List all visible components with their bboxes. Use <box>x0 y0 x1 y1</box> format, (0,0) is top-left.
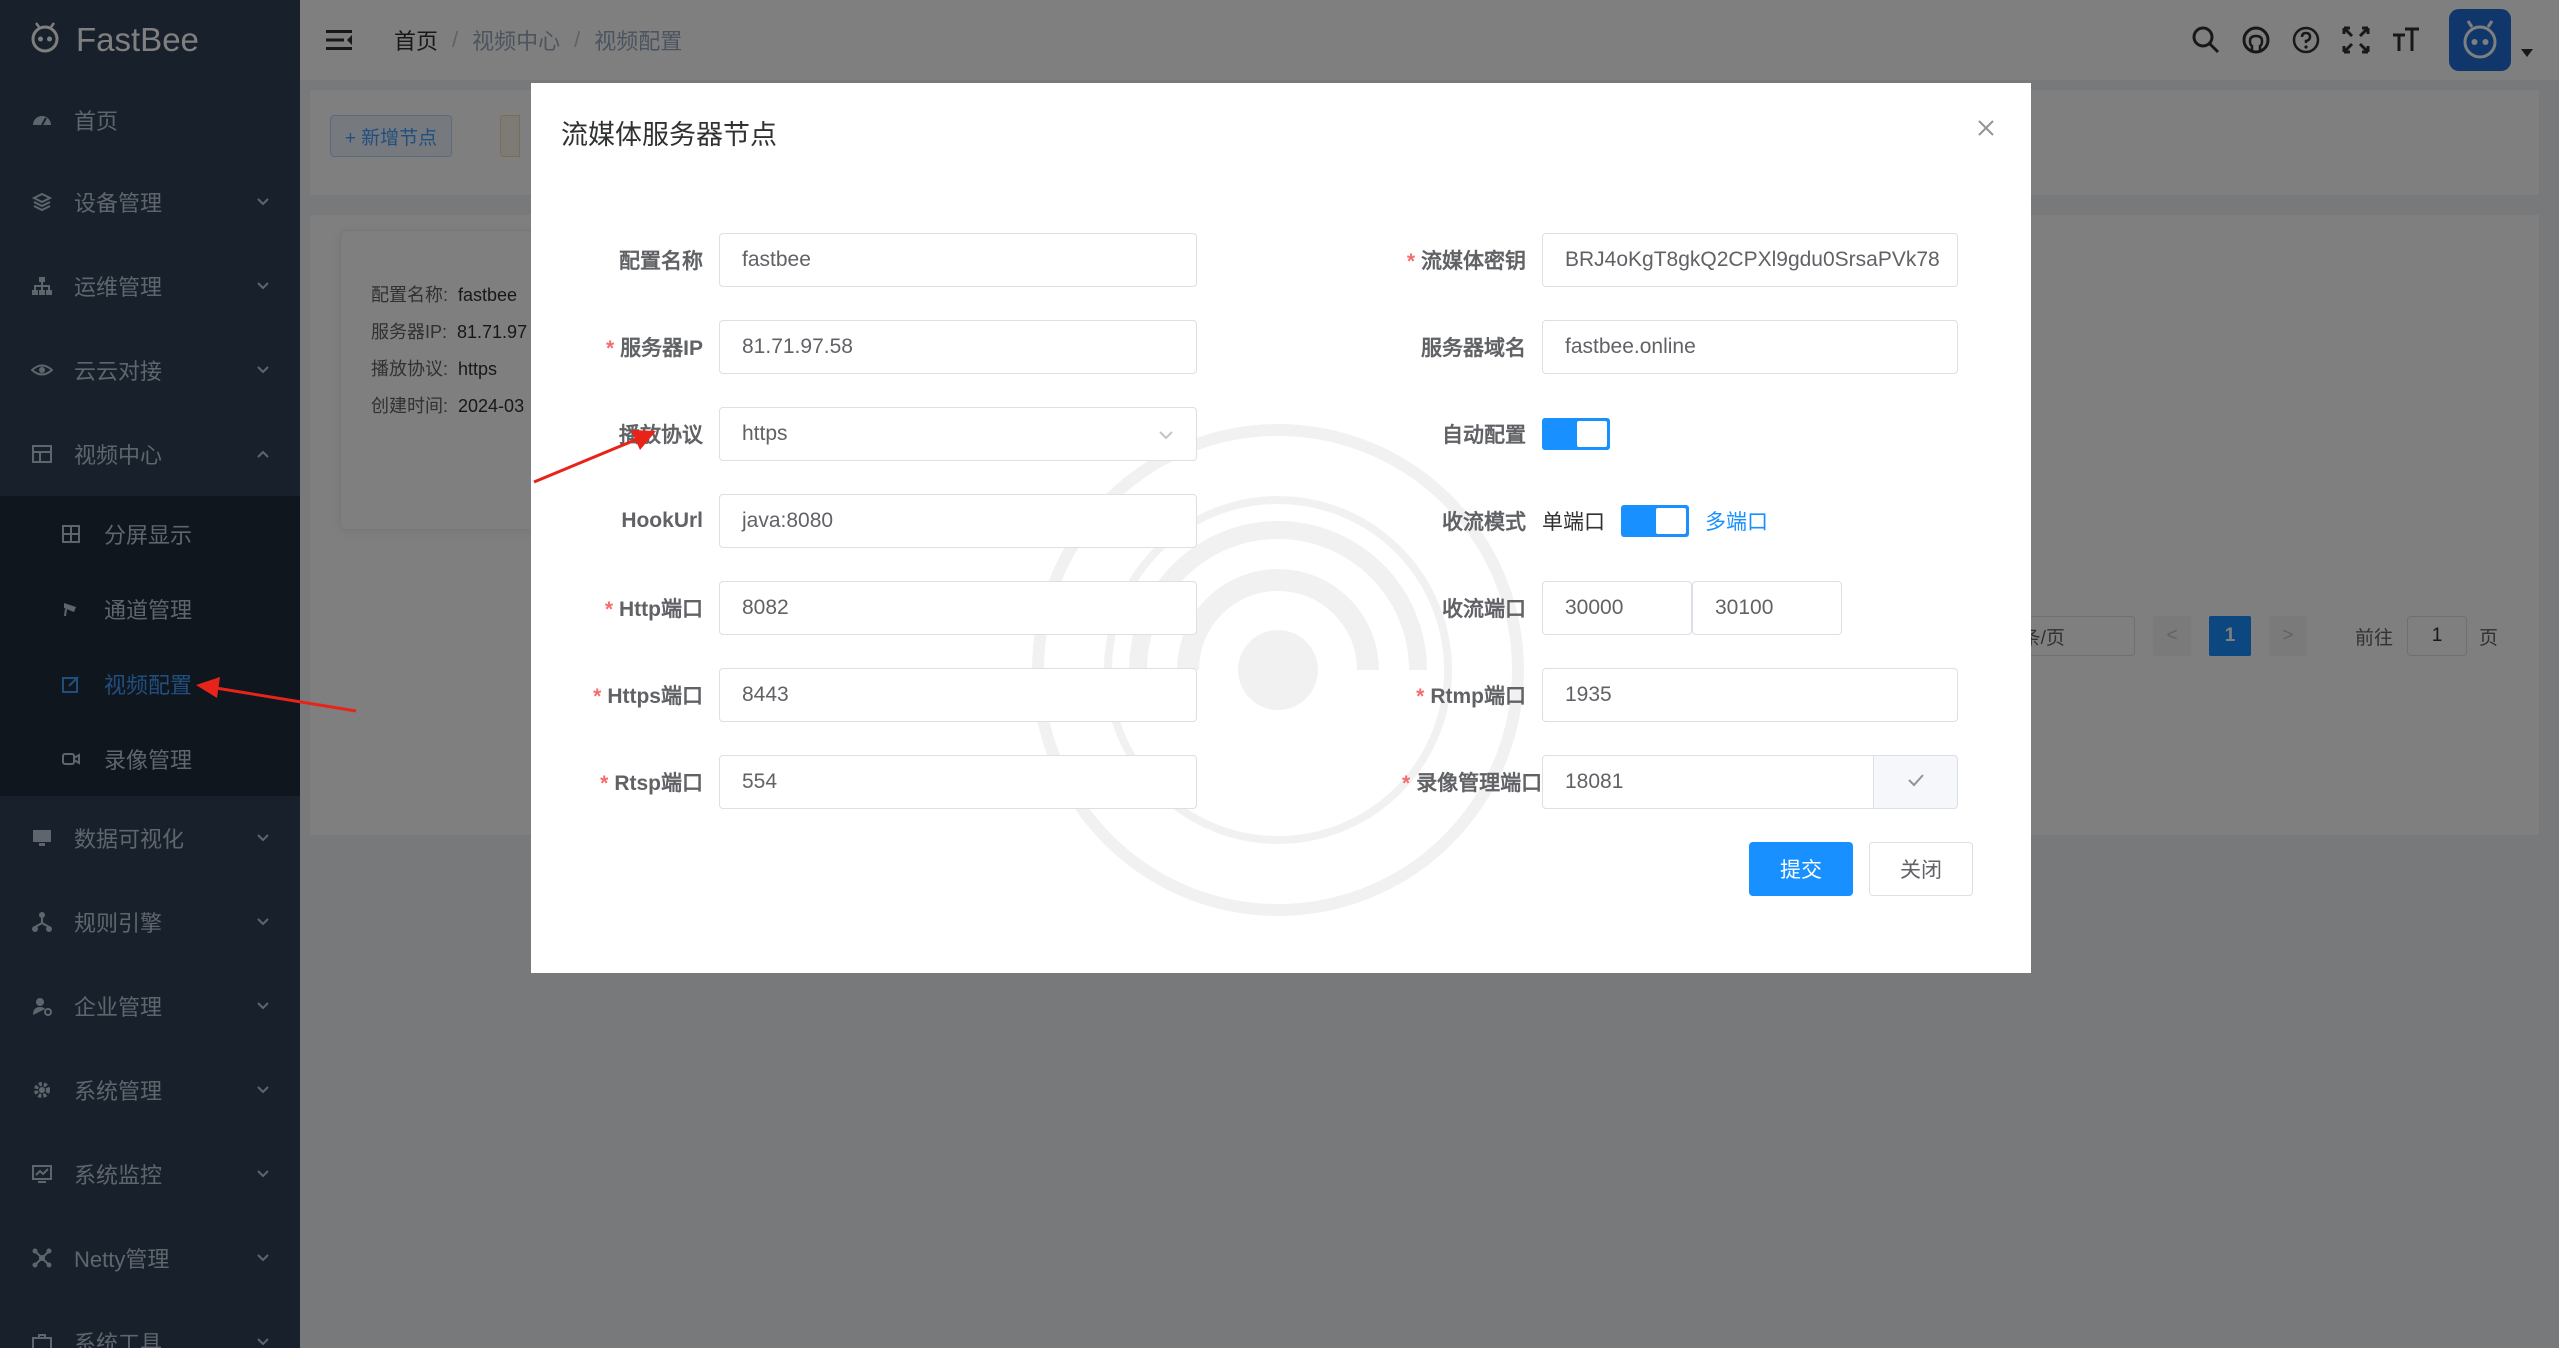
secret-input[interactable]: BRJ4oKgT8gkQ2CPXl9gdu0SrsaPVk78 <box>1542 233 1958 287</box>
http-port-input[interactable]: 8082 <box>719 581 1197 635</box>
row-recv-port: 收流端口 30000 30100 <box>1402 581 1842 635</box>
rtsp-port-input[interactable]: 554 <box>719 755 1197 809</box>
multi-port-option[interactable]: 多端口 <box>1705 506 1768 536</box>
recv-port-max-input[interactable]: 30100 <box>1692 581 1842 635</box>
protocol-select[interactable]: https <box>719 407 1197 461</box>
domain-label: 服务器域名 <box>1421 337 1526 360</box>
hook-url-input[interactable]: java:8080 <box>719 494 1197 548</box>
protocol-value: https <box>742 422 788 445</box>
config-name-label: 配置名称 <box>619 250 703 273</box>
check-icon <box>1907 773 1925 792</box>
close-icon[interactable] <box>1971 113 2001 143</box>
server-ip-label: * 服务器IP <box>605 337 703 360</box>
media-server-dialog: 流媒体服务器节点 配置名称 fastbee * 服务器IP 81.71.97.58… <box>531 83 2031 973</box>
check-button[interactable] <box>1874 755 1958 809</box>
cancel-button[interactable]: 关闭 <box>1869 842 1973 896</box>
single-port-option[interactable]: 单端口 <box>1542 506 1605 536</box>
config-name-input[interactable]: fastbee <box>719 233 1197 287</box>
dialog-title: 流媒体服务器节点 <box>561 120 777 150</box>
row-protocol: 播放协议 https <box>579 407 1197 461</box>
switch-knob <box>1656 508 1686 534</box>
row-record-port: * 录像管理端口 18081 <box>1402 755 1958 809</box>
record-port-input[interactable]: 18081 <box>1542 755 1874 809</box>
rtmp-port-label: * Rtmp端口 <box>1416 685 1526 708</box>
row-rtsp-port: * Rtsp端口 554 <box>579 755 1197 809</box>
row-recv-mode: 收流模式 单端口 多端口 <box>1402 494 1768 548</box>
auto-config-label: 自动配置 <box>1442 424 1526 447</box>
auto-config-switch[interactable] <box>1542 418 1610 450</box>
secret-label: * 流媒体密钥 <box>1406 250 1526 273</box>
rtsp-port-label: * Rtsp端口 <box>600 772 703 795</box>
row-http-port: * Http端口 8082 <box>579 581 1197 635</box>
record-port-group: 18081 <box>1542 755 1958 809</box>
https-port-input[interactable]: 8443 <box>719 668 1197 722</box>
hook-url-label: HookUrl <box>621 509 703 532</box>
recv-mode-label: 收流模式 <box>1442 511 1526 534</box>
record-port-label: * 录像管理端口 <box>1402 772 1543 795</box>
protocol-label: 播放协议 <box>619 424 703 447</box>
row-auto-config: 自动配置 <box>1402 407 1610 461</box>
row-config-name: 配置名称 fastbee <box>579 233 1197 287</box>
row-rtmp-port: * Rtmp端口 1935 <box>1402 668 1958 722</box>
row-secret: * 流媒体密钥 BRJ4oKgT8gkQ2CPXl9gdu0SrsaPVk78 <box>1402 233 1958 287</box>
chevron-down-icon <box>1158 422 1174 446</box>
recv-mode-switch[interactable] <box>1621 505 1689 537</box>
submit-button[interactable]: 提交 <box>1749 842 1853 896</box>
server-ip-input[interactable]: 81.71.97.58 <box>719 320 1197 374</box>
row-domain: 服务器域名 fastbee.online <box>1402 320 1958 374</box>
recv-port-label: 收流端口 <box>1442 598 1526 621</box>
row-server-ip: * 服务器IP 81.71.97.58 <box>579 320 1197 374</box>
recv-port-min-input[interactable]: 30000 <box>1542 581 1692 635</box>
domain-input[interactable]: fastbee.online <box>1542 320 1958 374</box>
rtmp-port-input[interactable]: 1935 <box>1542 668 1958 722</box>
https-port-label: * Https端口 <box>593 685 703 708</box>
row-https-port: * Https端口 8443 <box>579 668 1197 722</box>
http-port-label: * Http端口 <box>604 598 703 621</box>
switch-knob <box>1577 421 1607 447</box>
row-hook-url: HookUrl java:8080 <box>579 494 1197 548</box>
